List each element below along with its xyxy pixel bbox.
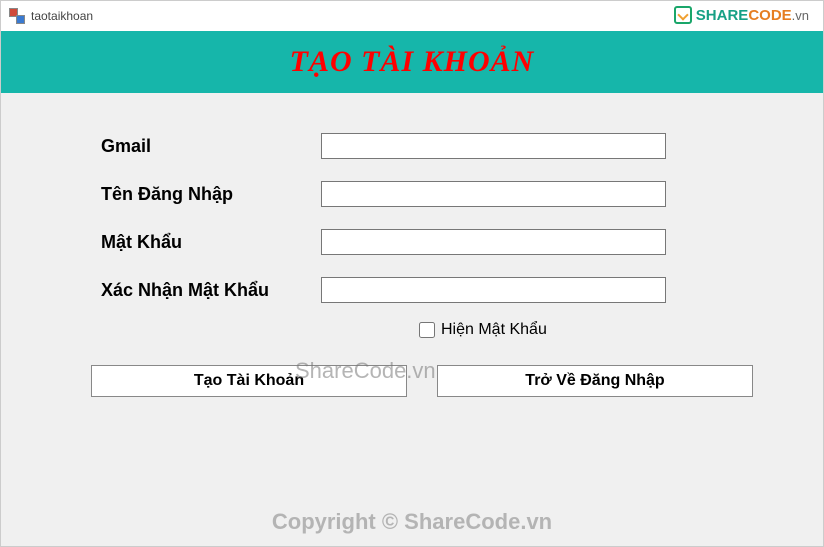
row-username: Tên Đăng Nhập: [101, 181, 753, 207]
row-show-password: Hiện Mật Khẩu: [419, 321, 753, 339]
label-password: Mật Khẩu: [101, 232, 321, 253]
create-account-button[interactable]: Tạo Tài Khoản: [91, 365, 407, 397]
label-show-password: Hiện Mật Khẩu: [441, 321, 547, 339]
row-password: Mật Khẩu: [101, 229, 753, 255]
app-icon: [9, 8, 25, 24]
button-row: Tạo Tài Khoản Trở Về Đăng Nhập: [1, 365, 823, 397]
app-window: taotaikhoan SHARECODE.vn TẠO TÀI KHOẢN G…: [0, 0, 824, 547]
checkbox-show-password[interactable]: [419, 322, 435, 338]
input-password[interactable]: [321, 229, 666, 255]
input-gmail[interactable]: [321, 133, 666, 159]
brand-vn: .vn: [792, 8, 809, 23]
brand-code: CODE: [748, 7, 791, 24]
label-username: Tên Đăng Nhập: [101, 184, 321, 205]
row-confirm: Xác Nhận Mật Khẩu: [101, 277, 753, 303]
header-banner: TẠO TÀI KHOẢN: [1, 31, 823, 93]
titlebar: taotaikhoan SHARECODE.vn: [1, 1, 823, 31]
input-confirm[interactable]: [321, 277, 666, 303]
window-title: taotaikhoan: [31, 9, 93, 23]
brand-share: SHARE: [696, 7, 749, 24]
back-to-login-button[interactable]: Trở Về Đăng Nhập: [437, 365, 753, 397]
signup-form: Gmail Tên Đăng Nhập Mật Khẩu Xác Nhận Mậ…: [1, 93, 823, 339]
row-gmail: Gmail: [101, 133, 753, 159]
label-gmail: Gmail: [101, 136, 321, 157]
watermark-bottom: Copyright © ShareCode.vn: [0, 509, 824, 535]
label-confirm: Xác Nhận Mật Khẩu: [101, 280, 321, 301]
brand-logo: SHARECODE.vn: [674, 6, 809, 24]
sharecode-icon: [674, 6, 692, 24]
input-username[interactable]: [321, 181, 666, 207]
page-title: TẠO TÀI KHOẢN: [290, 45, 535, 79]
